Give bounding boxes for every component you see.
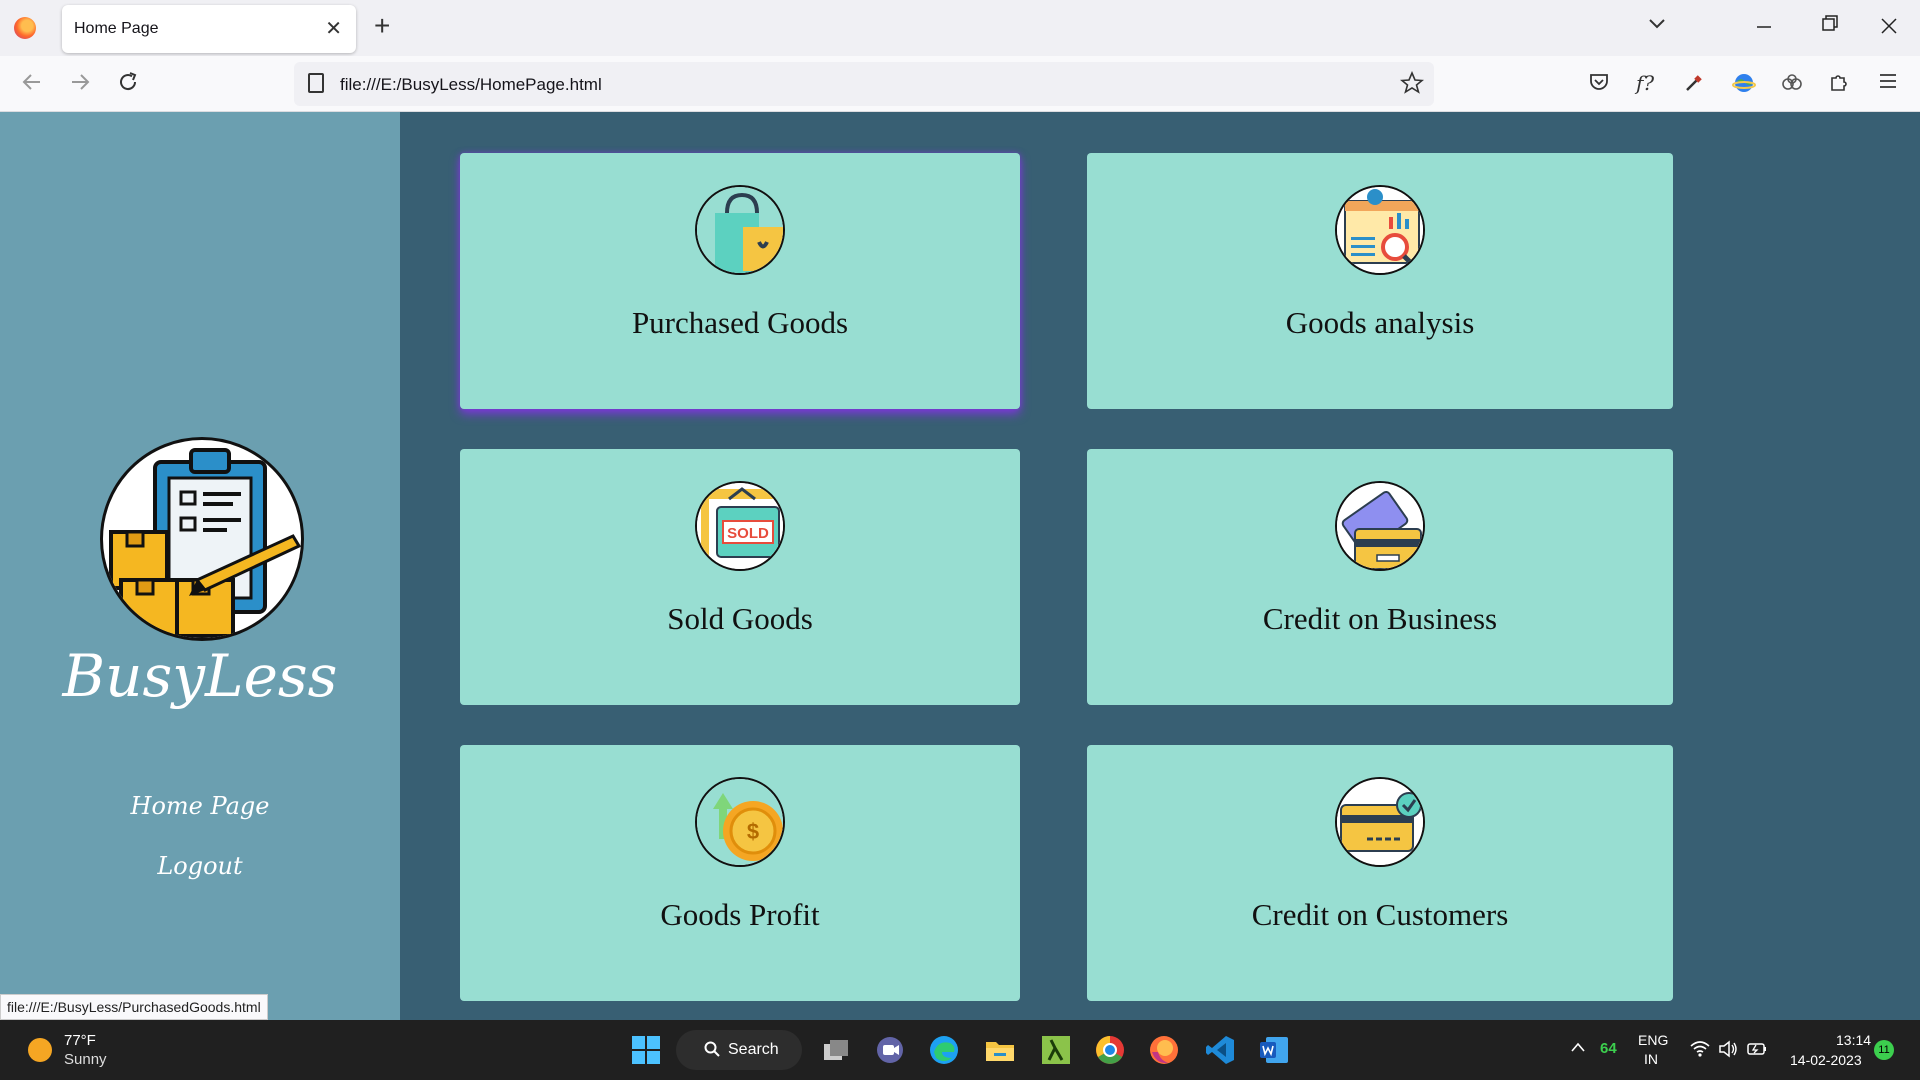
restore-icon[interactable] — [1821, 10, 1839, 40]
page-content: BusyLess Home Page Logout Purchased Good… — [0, 112, 1920, 1020]
dollar-text: $ — [747, 819, 759, 844]
card-label: Sold Goods — [667, 601, 813, 636]
extensions-puzzle-icon[interactable] — [1828, 71, 1850, 99]
link-status-tooltip: file:///E:/BusyLess/PurchasedGoods.html — [0, 994, 268, 1020]
analytics-icon — [1335, 185, 1425, 275]
minimize-icon[interactable] — [1756, 10, 1772, 40]
language-indicator[interactable]: ENG — [1638, 1032, 1668, 1048]
firefox-taskbar-icon[interactable] — [1148, 1034, 1180, 1066]
file-explorer-icon[interactable] — [984, 1034, 1016, 1066]
url-text[interactable]: file:///E:/BusyLess/HomePage.html — [340, 75, 602, 95]
wifi-icon[interactable] — [1690, 1040, 1710, 1062]
tab-title: Home Page — [74, 20, 159, 37]
sidebar-link-logout[interactable]: Logout — [0, 852, 400, 880]
search-icon — [704, 1041, 720, 1062]
pocket-icon[interactable] — [1588, 71, 1610, 99]
weather-description: Sunny — [64, 1051, 107, 1068]
region-indicator[interactable]: IN — [1644, 1051, 1658, 1067]
windows-taskbar: 77°F Sunny Search 64 ENG IN 13:14 14-02-… — [0, 1020, 1920, 1080]
card-label: Credit on Business — [1262, 601, 1498, 636]
card-check-icon — [1335, 777, 1425, 867]
sold-sign-icon: SOLD — [695, 481, 785, 571]
globe-extension-icon[interactable] — [1732, 71, 1756, 101]
shopping-bag-icon — [695, 185, 785, 275]
tray-app-counter[interactable]: 64 — [1600, 1040, 1617, 1057]
sidebar: BusyLess Home Page Logout — [0, 112, 400, 1020]
menu-hamburger-icon[interactable] — [1878, 71, 1898, 97]
forward-arrow-icon[interactable] — [68, 70, 92, 100]
taskbar-search-button[interactable]: Search — [676, 1030, 802, 1070]
card-label: Purchased Goods — [631, 305, 849, 340]
brand-name: BusyLess — [62, 642, 338, 710]
lambda-app-icon[interactable] — [1040, 1034, 1072, 1066]
volume-icon[interactable] — [1718, 1040, 1738, 1062]
weather-temperature: 77°F — [64, 1032, 96, 1049]
list-all-tabs-chevron-icon[interactable] — [1648, 14, 1666, 35]
new-tab-button[interactable]: + — [374, 12, 390, 40]
busyless-logo-icon — [100, 437, 304, 641]
sidebar-link-home-page[interactable]: Home Page — [0, 792, 400, 820]
card-purchased-goods[interactable]: Purchased Goods — [460, 153, 1020, 409]
tab-home-page[interactable]: Home Page ✕ — [62, 5, 356, 53]
card-goods-profit[interactable]: $ Goods Profit — [460, 745, 1020, 1001]
card-label: Goods Profit — [660, 897, 820, 932]
task-view-icon[interactable] — [820, 1034, 852, 1066]
back-arrow-icon[interactable] — [20, 70, 44, 100]
show-hidden-icons-chevron-icon[interactable] — [1570, 1040, 1586, 1058]
reload-icon[interactable] — [116, 70, 140, 100]
notification-badge[interactable]: 11 — [1874, 1040, 1894, 1060]
bookmark-star-icon[interactable] — [1399, 70, 1425, 101]
card-goods-analysis[interactable]: Goods analysis — [1087, 153, 1673, 409]
clock-time[interactable]: 13:14 — [1836, 1032, 1871, 1048]
vscode-icon[interactable] — [1204, 1034, 1236, 1066]
card-sold-goods[interactable]: SOLD Sold Goods — [460, 449, 1020, 705]
teams-chat-icon[interactable] — [874, 1034, 906, 1066]
edge-browser-icon[interactable] — [928, 1034, 960, 1066]
word-icon[interactable] — [1258, 1034, 1290, 1066]
search-label: Search — [728, 1041, 779, 1058]
card-label: Credit on Customers — [1251, 897, 1509, 932]
coin-icon: $ — [695, 777, 785, 867]
card-credit-on-business[interactable]: Credit on Business — [1087, 449, 1673, 705]
card-label: Goods analysis — [1285, 305, 1475, 340]
extension-cloud-icon[interactable] — [1780, 71, 1804, 101]
eyedropper-icon[interactable] — [1684, 71, 1706, 99]
sun-icon — [28, 1038, 52, 1062]
close-window-icon[interactable] — [1880, 10, 1898, 40]
font-finder-icon[interactable]: f? — [1636, 71, 1654, 95]
tab-bar: Home Page ✕ + — [0, 0, 1920, 56]
chrome-icon[interactable] — [1094, 1034, 1126, 1066]
navigation-toolbar: file:///E:/BusyLess/HomePage.html f? — [0, 56, 1920, 112]
windows-start-icon[interactable] — [630, 1034, 662, 1066]
url-bar[interactable]: file:///E:/BusyLess/HomePage.html — [294, 62, 1434, 106]
clock-date[interactable]: 14-02-2023 — [1790, 1052, 1862, 1068]
battery-icon[interactable] — [1746, 1040, 1768, 1062]
page-icon — [308, 73, 324, 93]
sold-text: SOLD — [727, 525, 769, 542]
firefox-logo-icon[interactable] — [14, 17, 36, 39]
tab-close-icon[interactable]: ✕ — [325, 16, 342, 41]
card-credit-on-customers[interactable]: Credit on Customers — [1087, 745, 1673, 1001]
credit-card-icon — [1335, 481, 1425, 571]
